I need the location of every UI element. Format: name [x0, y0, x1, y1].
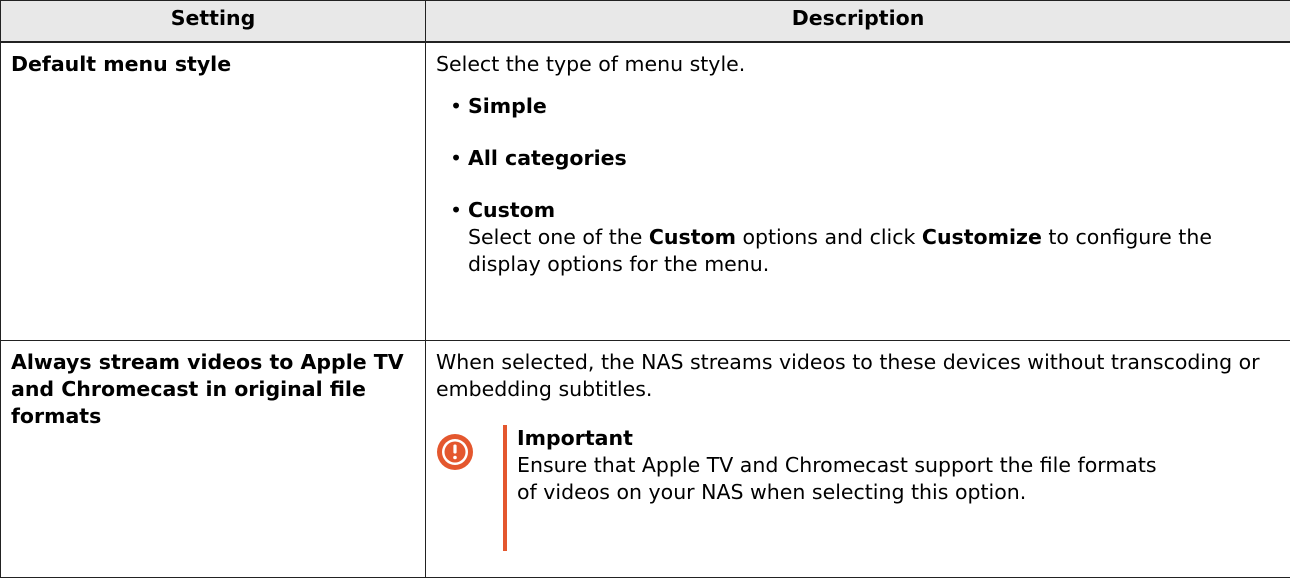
- custom-option-detail: Select one of the Custom options and cli…: [468, 224, 1280, 278]
- important-notice: Important Ensure that Apple TV and Chrom…: [436, 425, 1280, 553]
- notice-title: Important: [517, 425, 1157, 452]
- table-row: Default menu style Select the type of me…: [1, 42, 1290, 341]
- list-item: • Simple: [450, 93, 1280, 120]
- notice-body: Ensure that Apple TV and Chromecast supp…: [517, 452, 1157, 506]
- detail-text: options and click: [736, 225, 922, 249]
- description-text: When selected, the NAS streams videos to…: [436, 349, 1280, 403]
- description-text: Select the type of menu style.: [436, 51, 1280, 78]
- setting-column-header: Setting: [1, 1, 426, 43]
- notice-accent-bar: [503, 425, 507, 551]
- table-row: Always stream videos to Apple TV and Chr…: [1, 341, 1290, 578]
- header-row: Setting Description: [1, 1, 1290, 43]
- description-cell: When selected, the NAS streams videos to…: [426, 341, 1290, 578]
- setting-name-always-stream-original: Always stream videos to Apple TV and Chr…: [1, 341, 426, 578]
- notice-content: Important Ensure that Apple TV and Chrom…: [517, 425, 1157, 506]
- option-custom: Custom: [468, 198, 555, 222]
- detail-text: Select one of the: [468, 225, 649, 249]
- list-item: • Custom Select one of the Custom option…: [450, 197, 1280, 278]
- bullet: •: [450, 197, 462, 224]
- bullet: •: [450, 145, 462, 172]
- description-column-header: Description: [426, 1, 1290, 43]
- settings-table: Setting Description Default menu style S…: [0, 0, 1290, 578]
- bullet: •: [450, 93, 462, 120]
- menu-style-options-list: • Simple • All categories • Custom Selec…: [436, 93, 1280, 278]
- detail-customize-term: Customize: [922, 225, 1042, 249]
- important-exclamation-icon: [436, 433, 474, 471]
- setting-name-default-menu-style: Default menu style: [1, 42, 426, 341]
- description-cell: Select the type of menu style. • Simple …: [426, 42, 1290, 341]
- option-simple: Simple: [468, 94, 547, 118]
- detail-custom-term: Custom: [649, 225, 736, 249]
- list-item: • All categories: [450, 145, 1280, 172]
- option-all-categories: All categories: [468, 146, 627, 170]
